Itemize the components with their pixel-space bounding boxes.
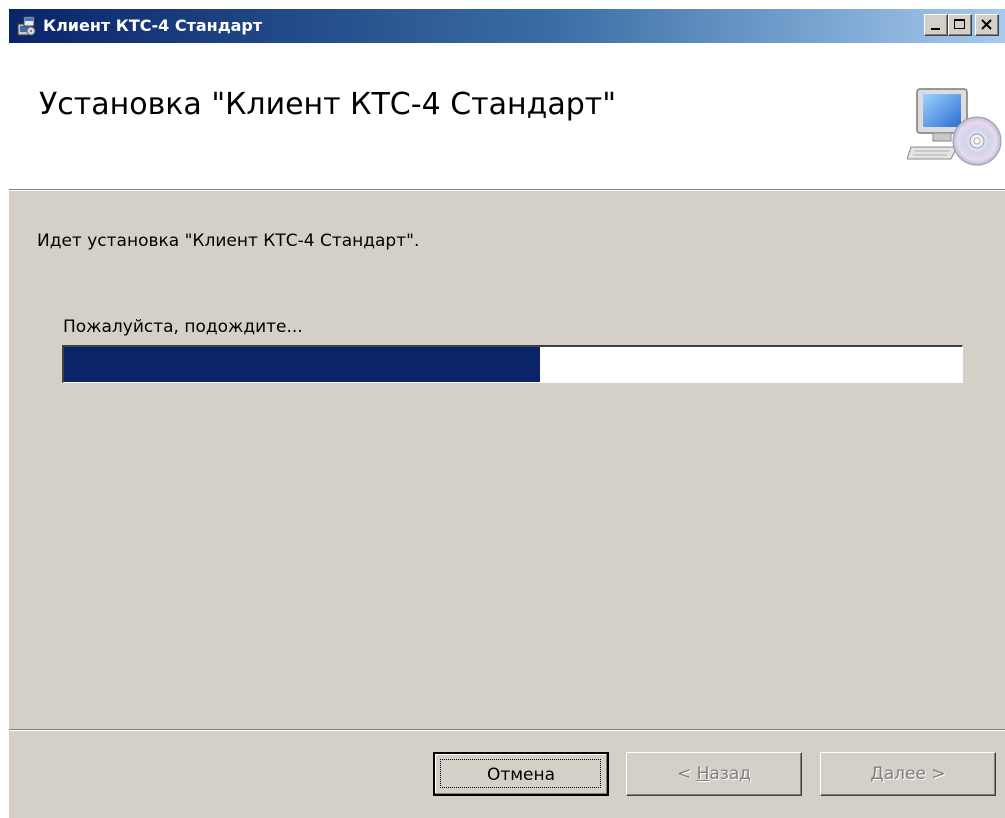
minimize-button[interactable] [924, 14, 948, 36]
back-button[interactable]: < Назад [626, 752, 802, 796]
next-button-suffix: > [925, 764, 946, 784]
computer-with-cd-icon [907, 88, 1002, 166]
footer-divider [9, 729, 1005, 731]
installer-window: Клиент КТС-4 Стандарт Установка "Клиент … [8, 8, 1005, 818]
installer-app-icon [17, 16, 36, 36]
title-bar[interactable]: Клиент КТС-4 Стандарт [9, 9, 1005, 43]
next-button[interactable]: Далее > [820, 752, 996, 796]
maximize-icon [954, 19, 965, 29]
progress-fill [64, 347, 540, 382]
cancel-button[interactable]: Отмена [433, 752, 609, 796]
close-button[interactable] [975, 14, 999, 36]
install-status-text: Идет установка "Клиент КТС-4 Стандарт". [37, 231, 420, 251]
minimize-icon [931, 28, 940, 30]
install-progress-bar [62, 345, 963, 383]
header-panel: Установка "Клиент КТС-4 Стандарт" [9, 43, 1005, 190]
please-wait-label: Пожалуйста, подождите... [63, 317, 303, 337]
cancel-button-label: Отмена [486, 765, 556, 785]
window-title: Клиент КТС-4 Стандарт [43, 16, 263, 35]
next-button-label: алее [883, 764, 926, 784]
next-button-mnemonic: Д [870, 764, 884, 784]
page-title: Установка "Клиент КТС-4 Стандарт" [39, 87, 617, 122]
maximize-button[interactable] [948, 14, 972, 36]
back-button-prefix: < [676, 764, 697, 784]
back-button-mnemonic: Н [696, 764, 710, 784]
back-button-label: азад [709, 764, 752, 784]
close-icon [981, 19, 992, 30]
